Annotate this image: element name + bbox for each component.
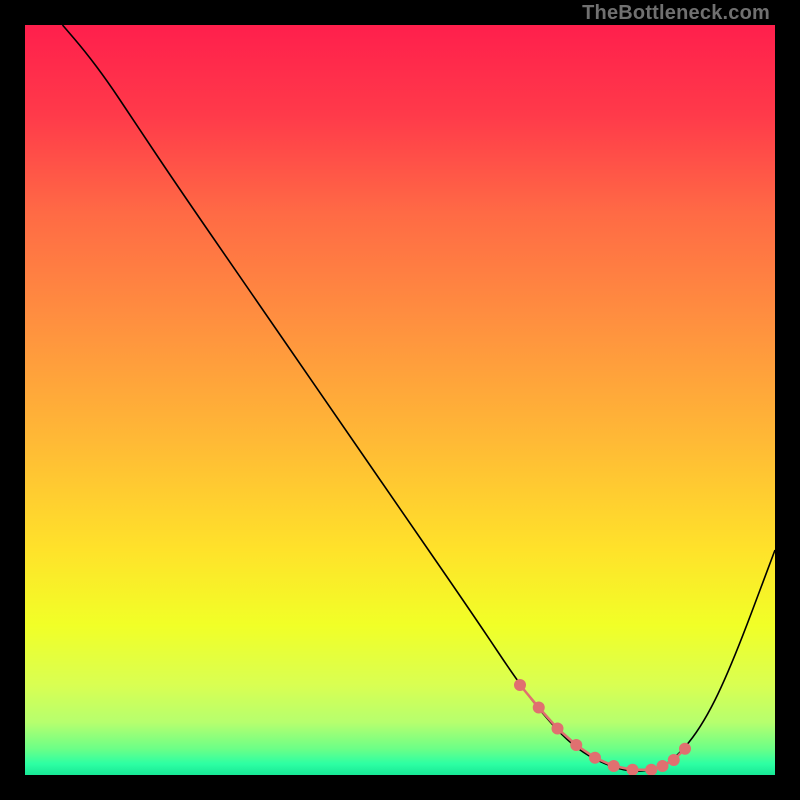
chart-frame <box>25 25 775 775</box>
marker-dot <box>608 760 620 772</box>
marker-dot <box>514 679 526 691</box>
marker-dot <box>533 702 545 714</box>
marker-dot <box>570 739 582 751</box>
marker-dot <box>668 754 680 766</box>
gradient-background <box>25 25 775 775</box>
marker-dot <box>552 723 564 735</box>
marker-dot <box>589 752 601 764</box>
watermark-text: TheBottleneck.com <box>582 2 770 25</box>
marker-dot <box>657 760 669 772</box>
marker-dot <box>679 743 691 755</box>
bottleneck-chart <box>25 25 775 775</box>
